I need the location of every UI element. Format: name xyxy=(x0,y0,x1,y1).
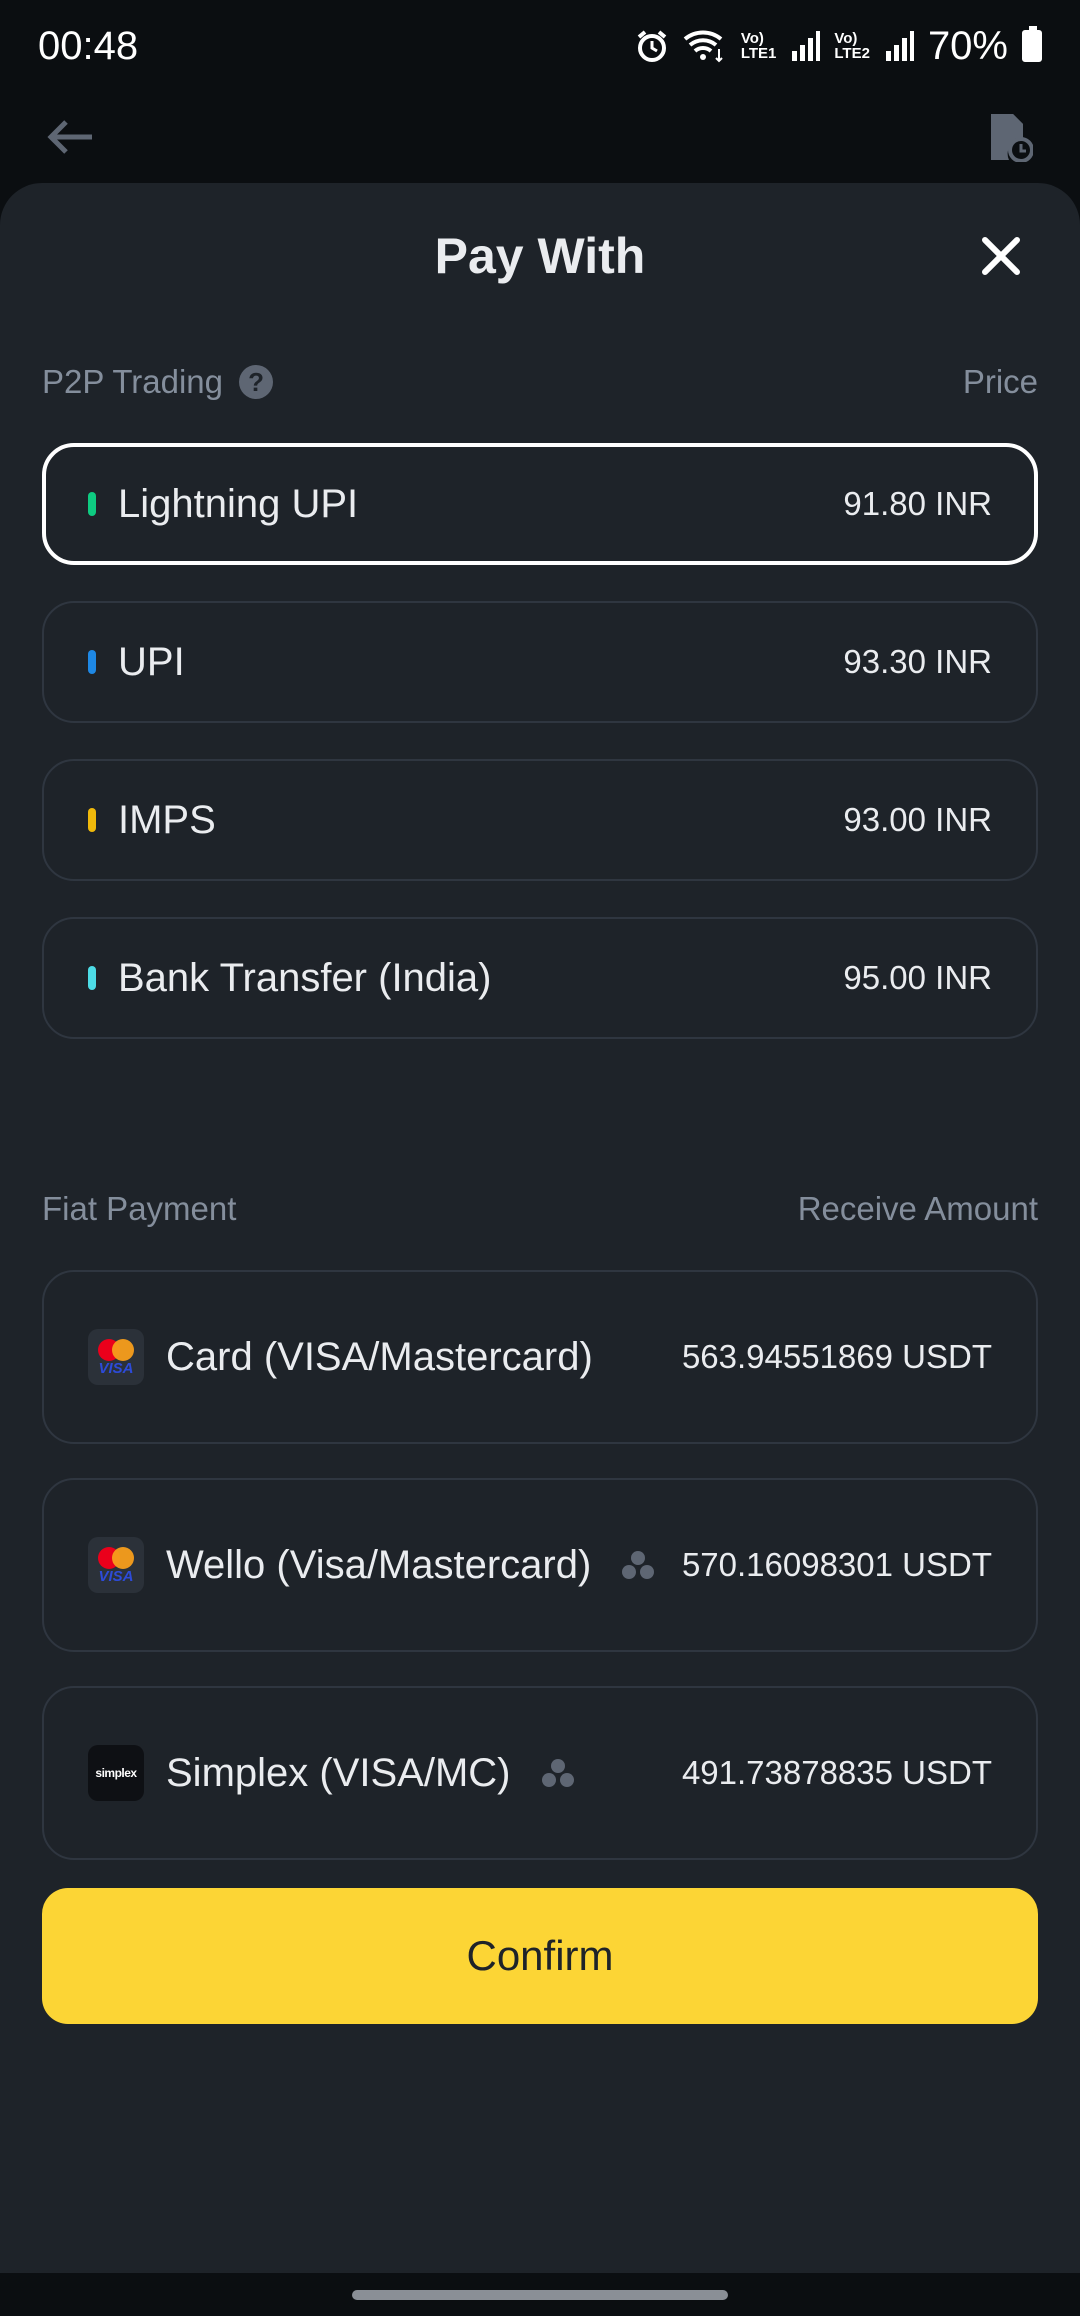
sheet-title: Pay With xyxy=(434,228,646,284)
signal-icon xyxy=(790,29,821,63)
help-icon[interactable]: ? xyxy=(239,365,274,399)
network-label-1: Vo) LTE1 xyxy=(740,30,777,62)
payment-option-price: 95.00 INR xyxy=(843,959,992,996)
payment-option-name: Card (VISA/Mastercard) xyxy=(166,1334,593,1379)
method-color-indicator xyxy=(88,650,96,674)
battery-icon xyxy=(1022,26,1042,62)
third-party-provider-icon xyxy=(541,1758,575,1788)
close-icon xyxy=(982,237,1020,275)
payment-option-name: Simplex (VISA/MC) xyxy=(166,1750,511,1795)
payment-option-name: IMPS xyxy=(118,797,216,842)
receive-amount-column-label: Receive Amount xyxy=(797,1190,1038,1227)
payment-option-amount: 491.73878835 USDT xyxy=(681,1754,992,1791)
home-indicator[interactable] xyxy=(352,2290,728,2300)
status-icons: Vo) LTE1 Vo) LTE2 70% xyxy=(635,24,1042,69)
payment-option-lightning-upi[interactable]: Lightning UPI 91.80 INR xyxy=(42,443,1038,565)
payment-option-imps[interactable]: IMPS 93.00 INR xyxy=(42,759,1038,881)
alarm-icon xyxy=(635,29,669,63)
payment-option-name: Wello (Visa/Mastercard) xyxy=(166,1542,592,1587)
payment-option-name: UPI xyxy=(118,639,185,684)
payment-option-simplex[interactable]: simplex Simplex (VISA/MC) 491.73878835 U… xyxy=(42,1686,1038,1860)
payment-option-price: 93.30 INR xyxy=(843,643,992,680)
network-label-2: Vo) LTE2 xyxy=(834,30,870,62)
payment-option-wello[interactable]: VISA Wello (Visa/Mastercard) 570.1609830… xyxy=(42,1478,1038,1652)
fiat-section-header: Fiat Payment Receive Amount xyxy=(42,1190,1038,1228)
payment-option-upi[interactable]: UPI 93.30 INR xyxy=(42,601,1038,723)
payment-option-amount: 570.16098301 USDT xyxy=(681,1546,992,1583)
confirm-button[interactable]: Confirm xyxy=(42,1888,1038,2024)
price-column-label: Price xyxy=(962,363,1038,400)
p2p-section-label: P2P Trading xyxy=(42,363,224,400)
app-bar xyxy=(0,92,1080,182)
close-button[interactable] xyxy=(966,221,1036,291)
method-color-indicator xyxy=(88,966,96,990)
status-time: 00:48 xyxy=(38,23,139,68)
battery-percent: 70% xyxy=(927,23,1008,68)
visa-mastercard-logo: VISA xyxy=(88,1329,144,1385)
payment-option-price: 91.80 INR xyxy=(843,485,992,522)
simplex-logo: simplex xyxy=(88,1745,144,1801)
signal-icon xyxy=(884,29,914,63)
visa-mastercard-logo: VISA xyxy=(88,1537,144,1593)
payment-option-card[interactable]: VISA Card (VISA/Mastercard) 563.94551869… xyxy=(42,1270,1038,1444)
third-party-provider-icon xyxy=(621,1550,655,1580)
fiat-section-label: Fiat Payment xyxy=(42,1190,237,1227)
payment-option-name: Bank Transfer (India) xyxy=(118,955,492,1000)
status-bar: 00:48 Vo) LTE1 Vo) LTE2 70% xyxy=(0,0,1080,92)
back-arrow-icon[interactable] xyxy=(40,107,100,167)
payment-option-name: Lightning UPI xyxy=(118,481,359,526)
payment-option-amount: 563.94551869 USDT xyxy=(681,1338,992,1375)
payment-option-price: 93.00 INR xyxy=(843,801,992,838)
wifi-icon xyxy=(683,29,727,63)
payment-option-bank-transfer[interactable]: Bank Transfer (India) 95.00 INR xyxy=(42,917,1038,1039)
method-color-indicator xyxy=(88,492,96,516)
method-color-indicator xyxy=(88,808,96,832)
p2p-section-header: P2P Trading ? Price xyxy=(42,363,1038,401)
order-history-icon[interactable] xyxy=(980,107,1040,167)
